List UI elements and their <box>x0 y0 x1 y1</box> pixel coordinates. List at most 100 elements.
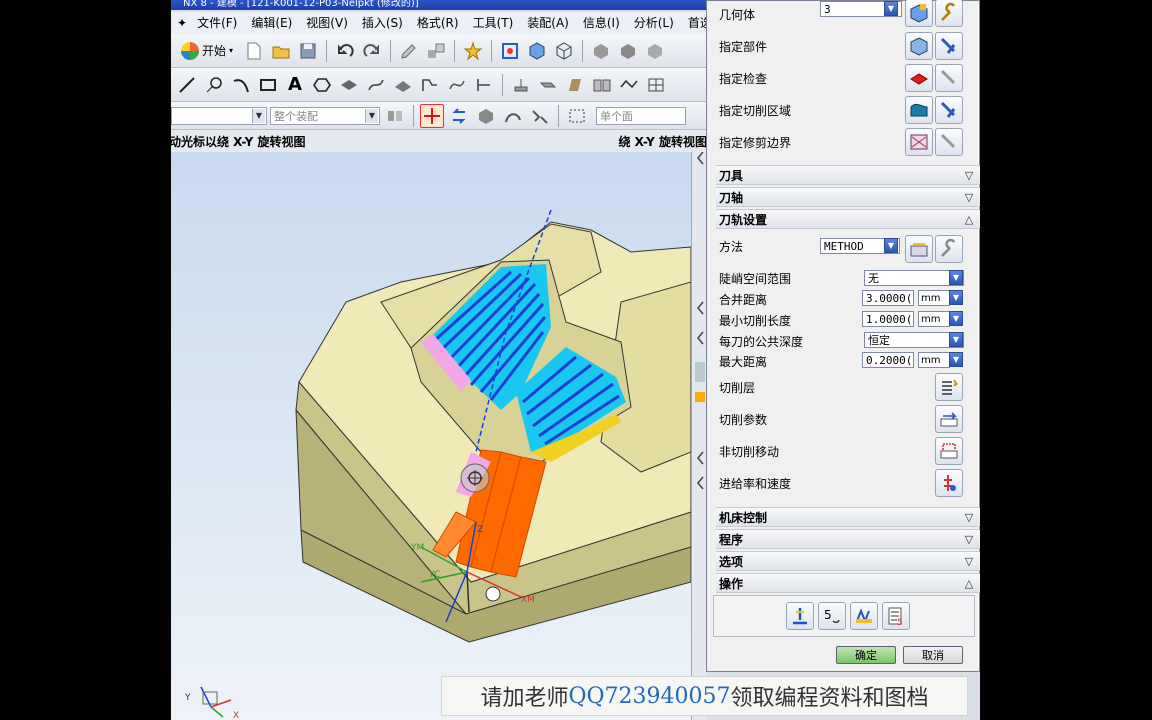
reverse-icon[interactable] <box>447 104 471 128</box>
max-distance-unit[interactable]: mm <box>918 352 950 368</box>
max-distance-label: 最大距离 <box>719 354 768 369</box>
cut-params-button[interactable] <box>935 405 963 433</box>
common-depth-dropdown-arrow[interactable]: ▼ <box>949 332 963 347</box>
menu-view[interactable]: 视图(V) <box>300 13 354 33</box>
text-icon[interactable]: A <box>283 73 307 97</box>
section-machine-control[interactable]: 机床控制 ▽ <box>716 507 980 527</box>
rectangle-icon[interactable] <box>256 73 280 97</box>
rectangle-select-icon[interactable] <box>565 104 589 128</box>
section-tool[interactable]: 刀具 ▽ <box>716 165 980 185</box>
redo-icon[interactable] <box>360 39 384 63</box>
line-icon[interactable] <box>175 73 199 97</box>
merge-distance-input[interactable]: 3.0000( <box>862 290 914 306</box>
nx-logo-icon[interactable]: ✦ <box>175 13 189 33</box>
max-distance-unit-arrow[interactable]: ▼ <box>949 352 963 367</box>
menu-file[interactable]: 文件(F) <box>191 13 243 33</box>
replay-button[interactable]: 5 <box>818 602 846 630</box>
section-actions[interactable]: 操作 △ <box>716 573 980 593</box>
face-rule-dropdown[interactable]: 单个面 <box>596 106 686 125</box>
specify-part-button[interactable] <box>905 32 933 60</box>
body-select-icon[interactable] <box>474 104 498 128</box>
edit-object-icon[interactable] <box>397 39 421 63</box>
divide-curve-icon[interactable] <box>472 73 496 97</box>
svg-text:YM: YM <box>410 543 424 553</box>
menu-insert[interactable]: 插入(S) <box>356 13 409 33</box>
polygon-icon[interactable] <box>310 73 334 97</box>
wcs-icon[interactable] <box>461 39 485 63</box>
specify-trim-boundary-button[interactable] <box>905 128 933 156</box>
menu-format[interactable]: 格式(R) <box>411 13 465 33</box>
wireframe-cube-icon[interactable] <box>552 39 576 63</box>
solid-gray3-icon[interactable] <box>643 39 667 63</box>
min-cut-length-unit-arrow[interactable]: ▼ <box>949 311 963 326</box>
grid-surface-icon[interactable] <box>644 73 668 97</box>
bridge-curve-icon[interactable] <box>418 73 442 97</box>
section-options[interactable]: 选项 ▽ <box>716 551 980 571</box>
graphics-viewport[interactable]: YM YC XM Z Y X <box>171 152 691 720</box>
mesh-icon[interactable] <box>617 73 641 97</box>
shaded-cube-icon[interactable] <box>525 39 549 63</box>
section-program[interactable]: 程序 ▽ <box>716 529 980 549</box>
offset-curve-icon[interactable] <box>364 73 388 97</box>
new-icon[interactable] <box>242 39 266 63</box>
arc-icon[interactable] <box>229 73 253 97</box>
new-geometry-button[interactable] <box>905 0 933 27</box>
edge-select-icon[interactable] <box>528 104 552 128</box>
cancel-button[interactable]: 取消 <box>903 646 963 664</box>
save-icon[interactable] <box>296 39 320 63</box>
snap-point-icon[interactable] <box>420 103 444 128</box>
new-method-button[interactable] <box>905 235 933 263</box>
section-path-settings[interactable]: 刀轨设置 △ <box>716 209 980 229</box>
section-axis[interactable]: 刀轴 ▽ <box>716 187 980 207</box>
generate-button[interactable] <box>786 602 814 630</box>
project-curve-icon[interactable] <box>391 73 415 97</box>
list-button[interactable]: 5 <box>882 602 910 630</box>
geometry-dropdown-arrow[interactable]: ▼ <box>884 1 898 16</box>
cut-levels-button[interactable] <box>935 373 963 401</box>
edit-geometry-button[interactable] <box>935 0 963 27</box>
min-cut-length-unit[interactable]: mm <box>918 311 950 327</box>
extrude-icon[interactable] <box>509 73 533 97</box>
start-button[interactable]: 开始 ▾ <box>175 39 239 63</box>
specify-check-button[interactable] <box>905 64 933 92</box>
transform-icon[interactable] <box>424 39 448 63</box>
steep-range-dropdown-arrow[interactable]: ▼ <box>949 270 963 285</box>
non-cut-moves-button[interactable] <box>935 437 963 465</box>
type-filter-dropdown[interactable]: ▼ <box>171 106 267 125</box>
max-distance-input[interactable]: 0.2000( <box>862 352 914 368</box>
display-cut-area-button[interactable] <box>935 96 963 124</box>
select-assembly-icon[interactable] <box>383 104 407 128</box>
trim-curve-icon[interactable] <box>445 73 469 97</box>
display-check-button[interactable] <box>935 64 963 92</box>
display-part-button[interactable] <box>935 32 963 60</box>
ok-button[interactable]: 确定 <box>836 646 896 664</box>
edit-method-button[interactable] <box>935 235 963 263</box>
point-icon[interactable] <box>202 73 226 97</box>
min-cut-length-input[interactable]: 1.0000( <box>862 311 914 327</box>
revolve-icon[interactable] <box>536 73 560 97</box>
display-trim-boundary-button[interactable] <box>935 128 963 156</box>
open-icon[interactable] <box>269 39 293 63</box>
solid-gray-icon[interactable] <box>589 39 613 63</box>
face-icon[interactable] <box>563 73 587 97</box>
merge-distance-unit[interactable]: mm <box>918 290 950 306</box>
curve-select-icon[interactable] <box>501 104 525 128</box>
menu-info[interactable]: 信息(I) <box>577 13 626 33</box>
menu-analysis[interactable]: 分析(L) <box>628 13 680 33</box>
svg-text:5: 5 <box>824 608 832 622</box>
undo-icon[interactable] <box>333 39 357 63</box>
feeds-speeds-button[interactable] <box>935 469 963 497</box>
book-icon[interactable] <box>590 73 614 97</box>
verify-button[interactable] <box>850 602 878 630</box>
menu-tools[interactable]: 工具(T) <box>467 13 520 33</box>
specify-part-label: 指定部件 <box>719 39 768 54</box>
solid-gray2-icon[interactable] <box>616 39 640 63</box>
merge-distance-unit-arrow[interactable]: ▼ <box>949 290 963 305</box>
menu-assembly[interactable]: 装配(A) <box>521 13 575 33</box>
fit-view-icon[interactable] <box>498 39 522 63</box>
spline-icon[interactable] <box>337 73 361 97</box>
method-dropdown-arrow[interactable]: ▼ <box>884 238 898 253</box>
menu-edit[interactable]: 编辑(E) <box>245 13 298 33</box>
specify-cut-area-button[interactable] <box>905 96 933 124</box>
scope-dropdown[interactable]: 整个装配 ▼ <box>270 106 380 125</box>
